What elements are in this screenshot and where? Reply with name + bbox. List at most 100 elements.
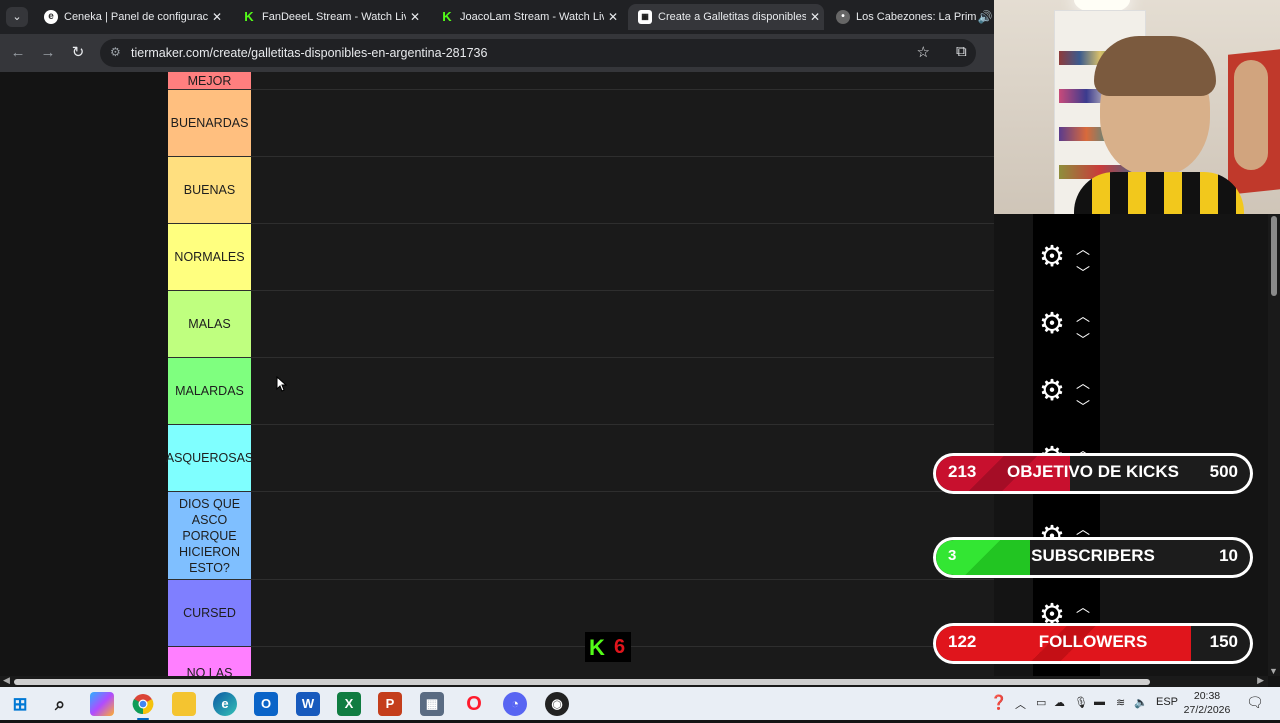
gear-icon[interactable]: ⚙ — [1039, 242, 1065, 272]
chevron-up-icon[interactable]: ︿ — [1015, 696, 1026, 712]
tab-joacolam[interactable]: K JoacoLam Stream - Watch Live on Kick ✕ — [430, 4, 622, 30]
volume-icon[interactable]: 🔈 — [1134, 696, 1148, 709]
tier-label[interactable]: BUENARDAS — [168, 90, 251, 156]
tab-close-icon[interactable]: ✕ — [604, 10, 622, 24]
tab-close-icon[interactable]: ✕ — [806, 10, 824, 24]
discord-icon[interactable]: ◔ — [503, 692, 527, 716]
tier-label[interactable]: DIOS QUE ASCO PORQUE HICIERON ESTO? — [168, 492, 251, 579]
generic-site-icon: • — [836, 10, 850, 24]
extensions-icon[interactable]: ⧉ — [956, 43, 967, 60]
tier-label[interactable]: CURSED — [168, 580, 251, 646]
chevron-down-icon[interactable]: ﹀ — [1073, 263, 1093, 283]
bookmark-star-icon[interactable]: ☆ — [917, 43, 930, 61]
tab-los-cabezones[interactable]: • Los Cabezones: La Primera 🔊 — [826, 4, 994, 30]
notifications-icon[interactable]: 🗨 — [1246, 694, 1264, 711]
obs-icon[interactable]: ◉ — [545, 692, 569, 716]
help-icon[interactable]: ❓ — [990, 694, 1007, 711]
tier-row: ASQUEROSAS — [166, 425, 994, 492]
tab-tiermaker[interactable]: ▦ Create a Galletitas disponibles en Arg… — [628, 4, 824, 30]
streamer-shirt — [1074, 172, 1244, 214]
tier-drop-zone[interactable] — [251, 425, 994, 491]
tier-label[interactable]: MALAS — [168, 291, 251, 357]
tier-row: DIOS QUE ASCO PORQUE HICIERON ESTO? — [168, 492, 994, 580]
horizontal-scrollbar[interactable]: ◀ ▶ — [0, 675, 1268, 687]
chrome-icon[interactable] — [131, 692, 155, 720]
excel-icon[interactable]: X — [337, 692, 361, 716]
subscribers-goal-bar: 3 SUBSCRIBERS 10 — [933, 537, 1253, 578]
tier-row: CURSED — [168, 580, 994, 647]
kicks-goal-bar: 213 OBJETIVO DE KICKS 500 — [933, 453, 1253, 494]
gear-icon[interactable]: ⚙ — [1039, 376, 1065, 406]
tab-title: JoacoLam Stream - Watch Live on Kick — [460, 11, 604, 23]
clock-time: 20:38 — [1193, 690, 1221, 702]
chevron-up-icon[interactable]: ︿ — [1073, 306, 1093, 326]
tab-fandeeel[interactable]: K FanDeeeL Stream - Watch Live on Kick ✕ — [232, 4, 424, 30]
tab-ceneka[interactable]: e Ceneka | Panel de configuración ✕ — [34, 4, 226, 30]
word-icon[interactable]: W — [296, 692, 320, 716]
tier-drop-zone[interactable] — [251, 224, 994, 290]
microphone-icon[interactable]: 🎙 — [1074, 696, 1088, 709]
chevron-up-icon[interactable]: ︿ — [1073, 597, 1093, 617]
tier-label[interactable]: NORMALES — [168, 224, 251, 290]
system-clock[interactable]: 20:38 27/2/2026 — [1180, 689, 1234, 717]
copilot-icon[interactable] — [90, 692, 114, 716]
tier-label[interactable]: MALARDAS — [168, 358, 251, 424]
reload-icon[interactable]: ↻ — [68, 43, 88, 63]
tier-label[interactable]: BUENAS — [168, 157, 251, 223]
subscribers-goal-target: 10 — [1219, 546, 1238, 565]
followers-goal-target: 150 — [1209, 632, 1238, 651]
edge-icon[interactable]: e — [213, 692, 237, 716]
file-explorer-icon[interactable] — [172, 692, 196, 716]
chevron-down-icon[interactable]: ﹀ — [1073, 330, 1093, 350]
chevron-up-icon[interactable]: ︿ — [1073, 373, 1093, 393]
tier-drop-zone[interactable] — [251, 492, 994, 579]
tier-drop-zone[interactable] — [251, 291, 994, 357]
chevron-down-icon[interactable]: ﹀ — [1073, 397, 1093, 417]
search-icon[interactable]: ⌕ — [48, 692, 72, 716]
kick-logo-icon: K — [589, 635, 605, 660]
tier-drop-zone[interactable] — [251, 358, 994, 424]
tier-label[interactable]: MEJOR — [168, 72, 251, 89]
tier-label[interactable]: ASQUEROSAS — [166, 425, 253, 491]
calculator-icon[interactable]: ▦ — [420, 692, 444, 716]
tab-title: FanDeeeL Stream - Watch Live on Kick — [262, 11, 406, 23]
tier-row: BUENARDAS — [168, 90, 994, 157]
back-arrow-icon[interactable]: ← — [8, 43, 28, 63]
tray-app-icon[interactable]: ▭ — [1036, 696, 1046, 709]
battery-icon[interactable]: ▬ — [1094, 696, 1105, 708]
address-bar[interactable]: ⚙ tiermaker.com/create/galletitas-dispon… — [100, 39, 976, 67]
chevron-up-icon[interactable]: ︿ — [1073, 519, 1093, 539]
gear-icon[interactable]: ⚙ — [1039, 309, 1065, 339]
vertical-scrollbar[interactable]: ▼ — [1268, 214, 1280, 676]
language-indicator[interactable]: ESP — [1156, 696, 1178, 708]
windows-taskbar: ⊞ ⌕ e O W X P ▦ O ◔ ◉ ❓ ︿ ▭ ☁ 🎙 ▬ ≋ 🔈 ES… — [0, 687, 1280, 720]
scrollbar-thumb[interactable] — [1271, 216, 1277, 296]
powerpoint-icon[interactable]: P — [378, 692, 402, 716]
scroll-left-arrow-icon[interactable]: ◀ — [3, 675, 10, 686]
chevron-up-icon[interactable]: ︿ — [1073, 239, 1093, 259]
site-info-icon[interactable]: ⚙ — [110, 45, 121, 59]
wifi-icon[interactable]: ≋ — [1116, 696, 1125, 709]
opera-icon[interactable]: O — [462, 692, 486, 716]
cloud-icon[interactable]: ☁ — [1054, 696, 1065, 709]
kicks-goal-label: OBJETIVO DE KICKS — [1007, 462, 1179, 481]
tier-drop-zone[interactable] — [251, 90, 994, 156]
tab-close-icon[interactable]: ✕ — [406, 10, 424, 24]
tier-drop-zone[interactable] — [251, 157, 994, 223]
windows-start-icon[interactable]: ⊞ — [8, 692, 32, 716]
tab-search-chevron-icon[interactable]: ⌄ — [6, 7, 28, 27]
forward-arrow-icon[interactable]: → — [38, 43, 58, 63]
outlook-icon[interactable]: O — [254, 692, 278, 716]
url-text: tiermaker.com/create/galletitas-disponib… — [131, 46, 488, 60]
tier-drop-zone[interactable] — [251, 72, 994, 89]
scroll-right-arrow-icon[interactable]: ▶ — [1257, 675, 1264, 686]
tier-label[interactable]: NO LAS — [168, 647, 251, 676]
scrollbar-thumb[interactable] — [14, 679, 1150, 685]
webcam-overlay — [994, 0, 1280, 214]
followers-goal-label: FOLLOWERS — [1038, 632, 1148, 651]
scroll-down-arrow-icon[interactable]: ▼ — [1269, 666, 1278, 676]
tab-close-icon[interactable]: ✕ — [208, 10, 226, 24]
tier-row: MEJOR — [168, 72, 994, 90]
streamer-hair — [1094, 36, 1216, 96]
tier-row: NORMALES — [168, 224, 994, 291]
